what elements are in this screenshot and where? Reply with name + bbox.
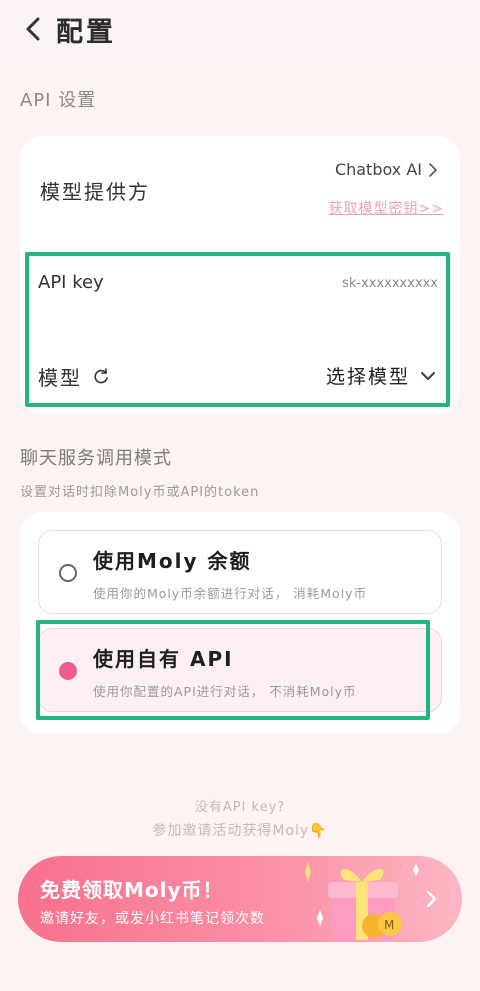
option-desc: 使用你的Moly币余额进行对话， 消耗Moly币 xyxy=(93,586,368,601)
api-section-label: API 设置 xyxy=(20,90,97,111)
provider-selector[interactable]: Chatbox AI xyxy=(335,160,438,179)
get-model-key-link[interactable]: 获取模型密钥>> xyxy=(329,198,444,218)
provider-label: 模型提供方 xyxy=(40,180,150,204)
refresh-icon[interactable] xyxy=(92,367,110,386)
promo-banner[interactable]: 免费领取Moly币！ 邀请好友，或发小红书笔记领次数 M xyxy=(18,856,462,942)
provider-value: Chatbox AI xyxy=(334,160,422,179)
model-row-label: 模型 xyxy=(38,362,110,391)
chevron-right-icon xyxy=(426,890,437,908)
radio-moly-balance[interactable] xyxy=(59,564,77,582)
top-bar: 配置 xyxy=(0,0,480,58)
page-title: 配置 xyxy=(56,17,116,48)
mode-section-sublabel: 设置对话时扣除Moly币或API的token xyxy=(20,485,260,500)
api-key-label: API key xyxy=(38,272,104,293)
option-moly-balance[interactable]: 使用Moly 余额 使用你的Moly币余额进行对话， 消耗Moly币 xyxy=(38,530,442,614)
mode-section-label: 聊天服务调用模式 xyxy=(20,448,172,469)
own-api-highlight xyxy=(36,620,430,720)
chevron-down-icon xyxy=(420,371,436,380)
model-label: 模型 xyxy=(38,366,82,390)
promo-title: 免费领取Moly币！ xyxy=(40,878,224,902)
chevron-left-icon xyxy=(26,17,40,41)
api-key-input[interactable]: sk-xxxxxxxxxx xyxy=(342,276,438,291)
promo-subtitle: 邀请好友，或发小红书笔记领次数 xyxy=(40,911,265,927)
no-api-key-hint: 没有API key? xyxy=(194,800,286,815)
chevron-right-icon xyxy=(429,162,438,177)
model-selector[interactable]: 选择模型 xyxy=(326,362,436,389)
model-select-label: 选择模型 xyxy=(325,366,410,388)
gift-icon: M xyxy=(305,862,419,940)
option-title: 使用Moly 余额 xyxy=(93,549,252,573)
back-button[interactable] xyxy=(18,14,48,44)
invite-hint: 参加邀请活动获得Moly👇 xyxy=(152,823,328,839)
svg-text:M: M xyxy=(384,918,394,932)
